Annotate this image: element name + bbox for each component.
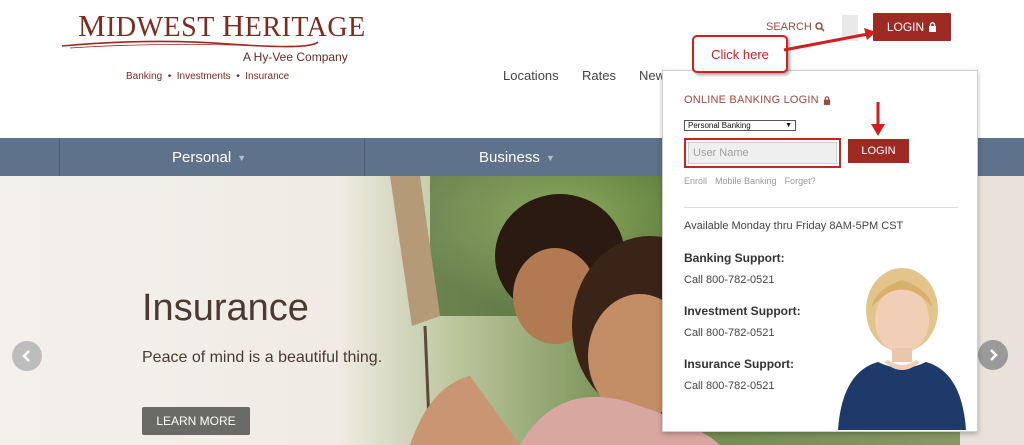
lock-icon xyxy=(823,95,830,105)
chevron-right-icon xyxy=(990,349,998,361)
insurance-support-heading: Insurance Support: xyxy=(684,357,795,371)
investment-support-heading: Investment Support: xyxy=(684,304,801,318)
username-input[interactable] xyxy=(688,142,837,164)
enroll-link[interactable]: Enroll xyxy=(684,176,707,186)
panel-divider xyxy=(684,207,958,208)
chevron-down-icon: ▼ xyxy=(545,152,555,163)
nav-business[interactable]: Business ▼ xyxy=(479,149,555,166)
lock-icon xyxy=(929,22,937,32)
online-banking-title-text: ONLINE BANKING LOGIN xyxy=(684,94,819,106)
nav-personal[interactable]: Personal ▼ xyxy=(172,149,246,166)
brand-subtitle: A Hy-Vee Company xyxy=(243,50,348,64)
carousel-next-button[interactable] xyxy=(978,340,1008,370)
learn-more-button[interactable]: LEARN MORE xyxy=(142,407,250,435)
online-banking-title: ONLINE BANKING LOGIN xyxy=(684,94,831,106)
nav-personal-label: Personal xyxy=(172,149,232,166)
support-agent-photo xyxy=(838,268,966,430)
forget-link[interactable]: Forget? xyxy=(785,176,816,186)
nav-business-label: Business xyxy=(479,149,540,166)
mobile-banking-link[interactable]: Mobile Banking xyxy=(715,176,777,186)
chevron-down-icon: ▼ xyxy=(237,152,247,163)
nav-divider xyxy=(364,138,365,176)
down-arrow-icon xyxy=(871,102,885,136)
header-login-label: LOGIN xyxy=(886,20,925,34)
username-highlight-box xyxy=(684,138,841,168)
banking-support-heading: Banking Support: xyxy=(684,251,785,265)
login-links: Enroll Mobile Banking Forget? xyxy=(684,176,816,186)
nav-divider xyxy=(59,138,60,176)
click-here-callout: Click here xyxy=(692,35,788,73)
availability-text: Available Monday thru Friday 8AM-5PM CST xyxy=(684,220,904,232)
header-login-button[interactable]: LOGIN xyxy=(873,13,951,41)
callout-arrow-icon xyxy=(783,28,876,52)
hero-subtitle: Peace of mind is a beautiful thing. xyxy=(142,349,383,366)
hero-title: Insurance xyxy=(142,287,309,329)
nav-locations[interactable]: Locations xyxy=(503,68,559,83)
insurance-support-phone[interactable]: Call 800-782-0521 xyxy=(684,380,775,392)
brand-tagline: Banking • Investments • Insurance xyxy=(126,71,290,82)
account-type-select[interactable]: Personal Banking ▼ xyxy=(684,120,796,131)
investment-support-phone[interactable]: Call 800-782-0521 xyxy=(684,327,775,339)
chevron-left-icon xyxy=(22,350,30,362)
account-type-value: Personal Banking xyxy=(688,121,751,130)
nav-rates[interactable]: Rates xyxy=(582,68,616,83)
dropdown-arrow-icon: ▼ xyxy=(785,122,792,129)
panel-login-button[interactable]: LOGIN xyxy=(848,139,909,163)
carousel-prev-button[interactable] xyxy=(12,341,42,371)
banking-support-phone[interactable]: Call 800-782-0521 xyxy=(684,274,775,286)
